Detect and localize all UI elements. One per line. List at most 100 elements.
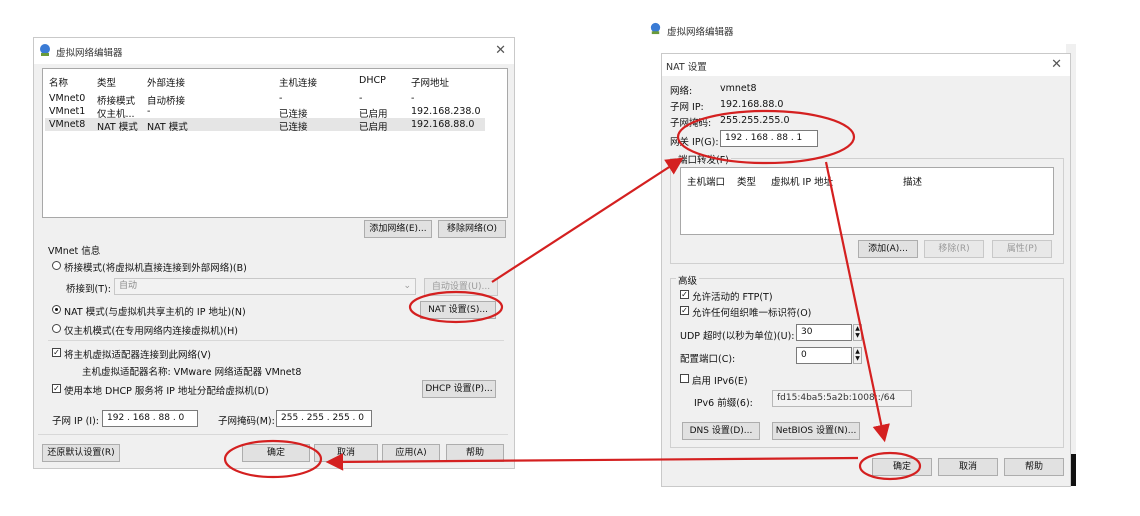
allow-uuid-label[interactable]: 允许任何组织唯一标识符(O) [692, 305, 811, 319]
config-port-field[interactable]: 0 [796, 347, 852, 364]
col-header-dhcp[interactable]: DHCP [359, 75, 386, 86]
col-header-subnet[interactable]: 子网地址 [411, 75, 449, 89]
nat-settings-button[interactable]: NAT 设置(S)... [420, 301, 496, 319]
row-cell: - [279, 93, 283, 104]
row-cell: NAT 模式 [97, 122, 138, 133]
gateway-field[interactable]: 192 . 168 . 88 . 1 [720, 130, 818, 147]
apply-button[interactable]: 应用(A) [382, 444, 440, 462]
gateway-label: 网关 IP(G): [670, 137, 719, 148]
window-title: 虚拟网络编辑器 [56, 48, 123, 59]
netbios-settings-button[interactable]: NetBIOS 设置(N)... [772, 422, 860, 440]
row-cell: 已连接 [279, 122, 308, 133]
add-network-button[interactable]: 添加网络(E)... [364, 220, 432, 238]
pf-add-button[interactable]: 添加(A)... [858, 240, 918, 258]
subnet-ip-value: 192.168.88.0 [720, 99, 784, 110]
network-list[interactable]: 名称 类型 外部连接 主机连接 DHCP 子网地址 VMnet0 桥接模式 自动… [42, 68, 508, 218]
connect-adapter-label[interactable]: 将主机虚拟适配器连接到此网络(V) [64, 347, 211, 361]
network-globe-icon [650, 22, 661, 35]
col-header-type[interactable]: 类型 [97, 75, 116, 89]
bridge-to-label: 桥接到(T): [66, 284, 111, 295]
bridge-mode-radio[interactable] [52, 261, 61, 270]
udp-timeout-stepper[interactable]: ▲ ▼ [853, 324, 862, 341]
parent-editor-window: 虚拟网络编辑器 [645, 14, 1075, 44]
row-cell: NAT 模式 [147, 122, 188, 133]
divider [48, 340, 504, 341]
adapter-name-text: 主机虚拟适配器名称: VMware 网络适配器 VMnet8 [82, 367, 302, 378]
row-cell: - [411, 93, 415, 104]
row-cell[interactable]: VMnet0 [49, 93, 85, 104]
nat-ok-button[interactable]: 确定 [872, 458, 932, 476]
host-only-label[interactable]: 仅主机模式(在专用网络内连接虚拟机)(H) [64, 323, 238, 337]
allow-ftp-checkbox[interactable]: ✓ [680, 290, 689, 299]
row-cell: 桥接模式 [97, 96, 136, 107]
parent-window-title: 虚拟网络编辑器 [667, 27, 734, 38]
cancel-button[interactable]: 取消 [314, 444, 378, 462]
bridge-mode-label[interactable]: 桥接模式(将虚拟机直接连接到外部网络)(B) [64, 260, 247, 274]
advanced-label: 高级 [676, 273, 700, 287]
title-bar: 虚拟网络编辑器 ✕ [34, 38, 514, 64]
arrow-nat-to-gateway [491, 157, 684, 283]
config-port-label: 配置端口(C): [680, 354, 736, 365]
subnet-mask-field[interactable]: 255 . 255 . 255 . 0 [276, 410, 372, 427]
pf-col-type[interactable]: 类型 [737, 174, 756, 188]
ok-button[interactable]: 确定 [242, 444, 310, 462]
subnet-ip-field[interactable]: 192 . 168 . 88 . 0 [102, 410, 198, 427]
config-port-stepper[interactable]: ▲ ▼ [853, 347, 862, 364]
ipv6-prefix-label: IPv6 前缀(6): [694, 398, 753, 409]
col-header-name[interactable]: 名称 [49, 75, 68, 89]
nat-window-title: NAT 设置 [666, 62, 707, 73]
nat-cancel-button[interactable]: 取消 [938, 458, 998, 476]
nat-help-button[interactable]: 帮助 [1004, 458, 1064, 476]
port-forward-label: 端口转发(F) [676, 152, 731, 166]
chevron-down-icon: ⌄ [403, 281, 411, 291]
subnet-ip-label: 子网 IP: [670, 102, 704, 113]
close-icon[interactable]: ✕ [495, 43, 506, 58]
network-value: vmnet8 [720, 83, 757, 94]
enable-ipv6-checkbox[interactable] [680, 374, 689, 383]
row-cell[interactable]: VMnet1 [49, 106, 85, 117]
pf-col-host-port[interactable]: 主机端口 [687, 174, 725, 188]
bridge-to-select[interactable]: 自动 ⌄ [114, 278, 416, 295]
auto-settings-button[interactable]: 自动设置(U)... [424, 278, 498, 296]
network-label: 网络: [670, 86, 693, 97]
remove-network-button[interactable]: 移除网络(O) [438, 220, 506, 238]
vmnet-info-label: VMnet 信息 [48, 246, 101, 257]
udp-timeout-field[interactable]: 30 [796, 324, 852, 341]
row-cell: 192.168.88.0 [411, 119, 475, 130]
subnet-mask-label: 子网掩码(M): [218, 416, 275, 427]
col-header-host[interactable]: 主机连接 [279, 75, 317, 89]
row-cell: 192.168.238.0 [411, 106, 481, 117]
nat-settings-window: NAT 设置 ✕ 网络: vmnet8 子网 IP: 192.168.88.0 … [661, 53, 1071, 487]
row-cell[interactable]: VMnet8 [49, 119, 85, 130]
restore-defaults-button[interactable]: 还原默认设置(R) [42, 444, 120, 462]
bridge-to-value: 自动 [119, 281, 138, 291]
help-button[interactable]: 帮助 [446, 444, 504, 462]
pf-properties-button[interactable]: 属性(P) [992, 240, 1052, 258]
port-forward-list[interactable]: 主机端口 类型 虚拟机 IP 地址 描述 [680, 167, 1054, 235]
subnet-mask-value: 255.255.255.0 [720, 115, 790, 126]
close-icon[interactable]: ✕ [1051, 57, 1062, 72]
row-cell: 已启用 [359, 122, 388, 133]
allow-uuid-checkbox[interactable]: ✓ [680, 306, 689, 315]
use-dhcp-label[interactable]: 使用本地 DHCP 服务将 IP 地址分配给虚拟机(D) [64, 383, 269, 397]
virtual-network-editor-window: 虚拟网络编辑器 ✕ 名称 类型 外部连接 主机连接 DHCP 子网地址 VMne… [33, 37, 515, 469]
dhcp-settings-button[interactable]: DHCP 设置(P)... [422, 380, 496, 398]
subnet-mask-label: 子网掩码: [670, 118, 712, 129]
pf-col-desc[interactable]: 描述 [903, 174, 922, 188]
dns-settings-button[interactable]: DNS 设置(D)... [682, 422, 760, 440]
subnet-ip-label: 子网 IP (I): [52, 416, 99, 427]
use-dhcp-checkbox[interactable]: ✓ [52, 384, 61, 393]
nat-title-bar: NAT 设置 ✕ [662, 54, 1070, 76]
host-only-radio[interactable] [52, 324, 61, 333]
pf-col-vm-ip[interactable]: 虚拟机 IP 地址 [771, 174, 833, 188]
connect-adapter-checkbox[interactable]: ✓ [52, 348, 61, 357]
allow-ftp-label[interactable]: 允许活动的 FTP(T) [692, 289, 773, 303]
pf-remove-button[interactable]: 移除(R) [924, 240, 984, 258]
nat-mode-label[interactable]: NAT 模式(与虚拟机共享主机的 IP 地址)(N) [64, 304, 246, 318]
col-header-external[interactable]: 外部连接 [147, 75, 185, 89]
enable-ipv6-label[interactable]: 启用 IPv6(E) [692, 373, 748, 387]
row-cell: - [147, 106, 151, 117]
ipv6-prefix-field[interactable]: fd15:4ba5:5a2b:1008::/64 [772, 390, 912, 407]
udp-timeout-label: UDP 超时(以秒为单位)(U): [680, 331, 795, 342]
nat-mode-radio[interactable] [52, 305, 61, 314]
